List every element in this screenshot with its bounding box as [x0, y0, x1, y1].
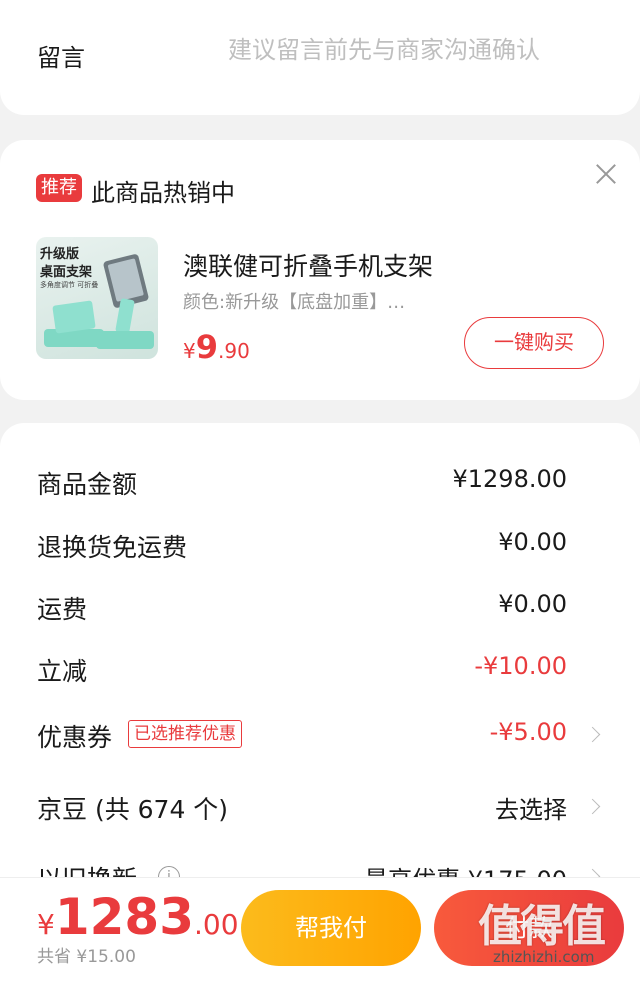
row-return-shipping: 退换货免运费 ¥0.00	[37, 524, 567, 564]
row-value: ¥0.00	[498, 590, 567, 618]
row-goods-amount: 商品金额 ¥1298.00	[37, 461, 567, 501]
buy-now-button[interactable]: 一键购买	[464, 317, 604, 369]
row-value: -¥5.00	[489, 718, 567, 746]
row-value: 去选择	[495, 796, 567, 824]
total-decimal: .00	[194, 908, 239, 941]
total-price: ¥1283.00	[37, 888, 239, 946]
row-label: 优惠券	[37, 723, 113, 752]
row-value: ¥1298.00	[452, 465, 567, 493]
row-label: 京豆 (共 674 个)	[37, 795, 229, 824]
price-decimal: .90	[218, 339, 250, 363]
chevron-right-icon[interactable]	[584, 726, 601, 743]
saved-amount: 共省 ¥15.00	[37, 947, 136, 967]
row-label: 商品金额	[37, 470, 138, 499]
product-name[interactable]: 澳联健可折叠手机支架	[183, 247, 433, 283]
row-instant-discount: 立减 -¥10.00	[37, 648, 567, 688]
price-integer: 9	[195, 328, 218, 366]
product-spec: 颜色:新升级【底盘加重】…	[183, 292, 406, 313]
row-label: 运费	[37, 595, 88, 624]
watermark-logo: 值得值	[478, 901, 606, 952]
watermark-url: zhizhizhi.com	[493, 948, 595, 966]
coupon-tag: 已选推荐优惠	[128, 720, 242, 748]
message-label: 留言	[37, 44, 85, 72]
message-input[interactable]	[228, 36, 608, 64]
row-jingdou[interactable]: 京豆 (共 674 个) 去选择	[37, 786, 567, 826]
product-price: ¥9.90	[183, 328, 250, 366]
help-pay-button[interactable]: 帮我付	[241, 890, 421, 966]
price-symbol: ¥	[183, 339, 196, 363]
row-label: 退换货免运费	[37, 533, 188, 562]
row-value: ¥0.00	[498, 528, 567, 556]
row-coupon[interactable]: 优惠券 已选推荐优惠 -¥5.00	[37, 714, 567, 754]
phone-stand-image	[44, 254, 154, 349]
row-label: 立减	[37, 657, 88, 686]
total-symbol: ¥	[37, 908, 55, 941]
row-shipping: 运费 ¥0.00	[37, 586, 567, 626]
recommend-badge: 推荐	[36, 174, 82, 202]
recommendation-card: 推荐 此商品热销中 升级版 桌面支架 多角度调节 可折叠 澳联健可折叠手机支架 …	[0, 140, 640, 400]
recommend-title: 此商品热销中	[91, 179, 235, 207]
product-thumbnail[interactable]: 升级版 桌面支架 多角度调节 可折叠	[36, 237, 158, 359]
close-icon[interactable]	[592, 160, 620, 188]
chevron-right-icon[interactable]	[584, 798, 601, 815]
message-card: 留言	[0, 0, 640, 115]
total-integer: 1283	[54, 888, 194, 946]
row-value: -¥10.00	[474, 652, 567, 680]
